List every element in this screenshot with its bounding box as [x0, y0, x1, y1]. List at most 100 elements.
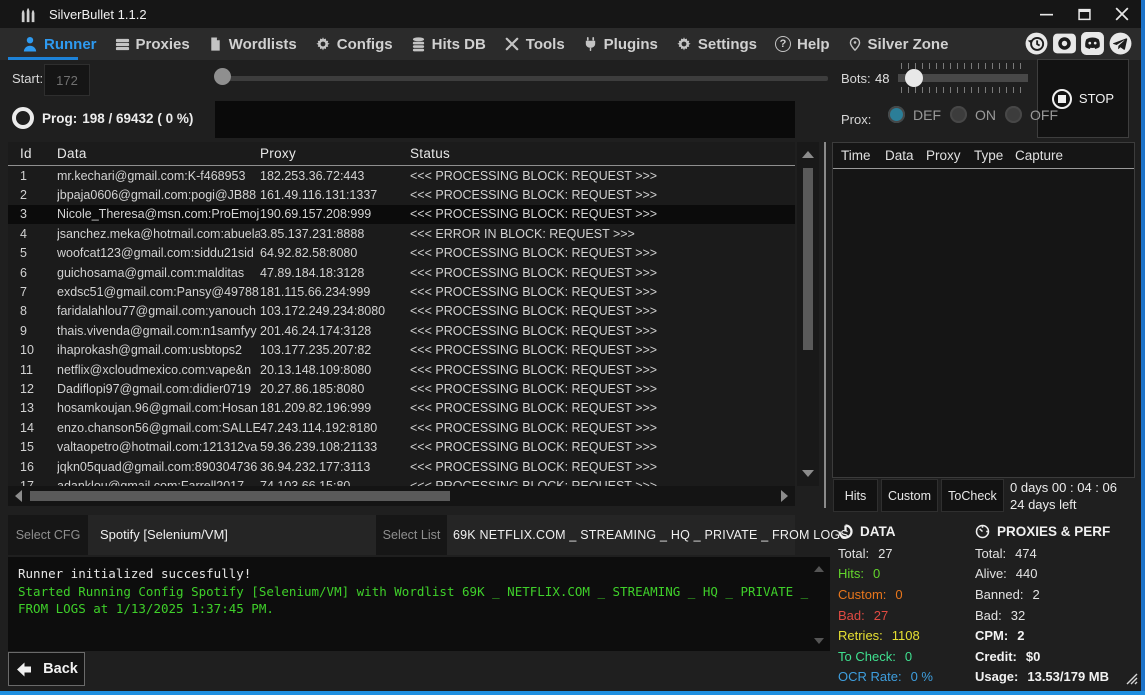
- tab-custom[interactable]: Custom: [881, 479, 938, 512]
- table-row[interactable]: 9 thais.vivenda@gmail.com:n1samfyy 201.4…: [8, 321, 795, 340]
- menu-hitsdb[interactable]: Hits DB: [411, 36, 486, 53]
- proxies-stats-panel: PROXIES & PERF Total: 474 Alive: 440 Ban…: [975, 520, 1140, 687]
- prox-radio-option[interactable]: ON: [950, 106, 996, 123]
- stat-line: Bad: 32: [975, 605, 1140, 626]
- log-scroll-up-icon[interactable]: [814, 566, 824, 572]
- history-icon[interactable]: [1024, 31, 1049, 56]
- stat-line: CPM: 2: [975, 625, 1140, 646]
- table-row[interactable]: 11 netflix@xcloudmexico.com:vape&n 20.13…: [8, 360, 795, 379]
- table-row[interactable]: 5 woofcat123@gmail.com:siddu21sid 64.92.…: [8, 244, 795, 263]
- radio-icon: [1005, 106, 1022, 123]
- cell-id: 10: [8, 343, 57, 357]
- stop-button[interactable]: STOP: [1037, 59, 1129, 138]
- table-row[interactable]: 14 enzo.chanson56@gmail.com:SALLE 47.243…: [8, 418, 795, 437]
- settings-gear-icon: [676, 36, 692, 52]
- menu-wordlists[interactable]: Wordlists: [208, 36, 297, 53]
- table-row[interactable]: 2 jbpaja0606@gmail.com:pogi@JB88 161.49.…: [8, 185, 795, 204]
- cell-proxy: 201.46.24.174:3128: [260, 324, 410, 338]
- cell-status: <<< PROCESSING BLOCK: REQUEST >>>: [410, 363, 795, 377]
- table-row[interactable]: 17 adanklou@gmail.com:Farrell2017 74.103…: [8, 476, 795, 486]
- close-icon[interactable]: [1115, 7, 1129, 21]
- log-scroll-down-icon[interactable]: [814, 638, 824, 644]
- prog-label: Prog:: [42, 111, 77, 126]
- menu-settings[interactable]: Settings: [676, 36, 757, 53]
- table-row[interactable]: 6 guichosama@gmail.com:malditas 47.89.18…: [8, 263, 795, 282]
- cell-data: valtaopetro@hotmail.com:121312va: [57, 440, 260, 454]
- table-row[interactable]: 1 mr.kechari@gmail.com:K-f468953 182.253…: [8, 166, 795, 185]
- proxies-stats-title: PROXIES & PERF: [997, 524, 1110, 539]
- col-header-data: Data: [57, 146, 260, 161]
- progress-slider-handle[interactable]: [214, 68, 231, 85]
- col-header-proxy: Proxy: [260, 146, 410, 161]
- back-button[interactable]: Back: [8, 652, 85, 686]
- stat-label: Hits:: [838, 566, 864, 581]
- stat-line: Bad: 27: [838, 605, 970, 626]
- cell-id: 12: [8, 382, 57, 396]
- hits-panel: Time Data Proxy Type Capture: [832, 142, 1135, 478]
- menu-configs[interactable]: Configs: [315, 36, 393, 53]
- horizontal-scrollbar-thumb[interactable]: [30, 491, 450, 501]
- select-list-button[interactable]: Select List: [376, 515, 447, 555]
- tab-tocheck[interactable]: ToCheck: [941, 479, 1004, 512]
- cell-id: 1: [8, 169, 57, 183]
- select-cfg-button[interactable]: Select CFG: [8, 515, 88, 555]
- table-row[interactable]: 12 Dadiflopi97@gmail.com:didier0719 20.2…: [8, 379, 795, 398]
- menu-runner[interactable]: Runner: [22, 36, 97, 53]
- discord-icon[interactable]: [1080, 31, 1105, 56]
- menu-help[interactable]: ? Help: [775, 36, 830, 53]
- bots-slider-handle[interactable]: [905, 69, 923, 87]
- data-stats-list: Total: 27 Hits: 0 Custom: 0 Bad: 27: [838, 543, 970, 687]
- table-row[interactable]: 15 valtaopetro@hotmail.com:121312va 59.3…: [8, 437, 795, 456]
- menu-silver-zone[interactable]: Silver Zone: [848, 36, 949, 53]
- table-row[interactable]: 13 hosamkoujan.96@gmail.com:Hosan 181.20…: [8, 399, 795, 418]
- cell-data: hosamkoujan.96@gmail.com:Hosan: [57, 401, 260, 415]
- tools-icon: [504, 36, 520, 52]
- resize-grip[interactable]: [1122, 669, 1138, 688]
- table-row[interactable]: 16 jqkn05quad@gmail.com:890304736 36.94.…: [8, 457, 795, 476]
- data-stats-panel: DATA Total: 27 Hits: 0 Custom: 0: [838, 520, 970, 687]
- cell-status: <<< ERROR IN BLOCK: REQUEST >>>: [410, 227, 795, 241]
- prox-radio-option[interactable]: DEF: [888, 106, 941, 123]
- scroll-up-icon[interactable]: [802, 151, 814, 158]
- start-input[interactable]: [44, 64, 90, 96]
- tab-hits[interactable]: Hits: [833, 479, 878, 512]
- menu-plugins[interactable]: Plugins: [583, 36, 658, 53]
- cell-proxy: 47.243.114.192:8180: [260, 421, 410, 435]
- bots-slider-ticks-bottom: [901, 87, 1027, 93]
- selected-wordlist-value: 69K NETFLIX.COM _ STREAMING _ HQ _ PRIVA…: [453, 528, 849, 542]
- scroll-left-icon[interactable]: [15, 490, 22, 502]
- maximize-icon[interactable]: [1077, 7, 1091, 21]
- menu-tools[interactable]: Tools: [504, 36, 565, 53]
- stat-line: Banned: 2: [975, 584, 1140, 605]
- scroll-down-icon[interactable]: [802, 470, 814, 477]
- vertical-scrollbar-thumb[interactable]: [803, 168, 813, 350]
- bots-value: 48: [875, 71, 889, 86]
- table-row[interactable]: 7 exdsc51@gmail.com:Pansy@49788 181.115.…: [8, 282, 795, 301]
- cell-status: <<< PROCESSING BLOCK: REQUEST >>>: [410, 246, 795, 260]
- hits-panel-header: Time Data Proxy Type Capture: [833, 143, 1134, 169]
- table-row[interactable]: 8 faridalahlou77@gmail.com:yanouch 103.1…: [8, 302, 795, 321]
- window-title: SilverBullet 1.1.2: [49, 7, 147, 22]
- vertical-scrollbar[interactable]: [797, 142, 819, 486]
- stat-line: Retries: 1108: [838, 625, 970, 646]
- horizontal-scrollbar[interactable]: [8, 486, 795, 506]
- scroll-right-icon[interactable]: [781, 490, 788, 502]
- telegram-icon[interactable]: [1108, 31, 1133, 56]
- cell-id: 17: [8, 479, 57, 486]
- progress-slider-track[interactable]: [215, 76, 828, 81]
- cell-data: guichosama@gmail.com:malditas: [57, 266, 260, 280]
- hits-col-proxy: Proxy: [926, 148, 961, 163]
- table-row[interactable]: 3 Nicole_Theresa@msn.com:ProEmoji 190.69…: [8, 205, 795, 224]
- camera-icon[interactable]: [1052, 31, 1077, 56]
- table-row[interactable]: 10 ihaprokash@gmail.com:usbtops2 103.177…: [8, 341, 795, 360]
- stat-line: Alive: 440: [975, 564, 1140, 585]
- bots-slider-ticks-top: [901, 63, 1027, 69]
- prox-radio-option[interactable]: OFF: [1005, 106, 1058, 123]
- table-row[interactable]: 4 jsanchez.meka@hotmail.com:abuela 3.85.…: [8, 224, 795, 243]
- gauge-icon: [975, 524, 990, 539]
- runner-icon: [22, 36, 38, 52]
- minimize-icon[interactable]: [1039, 7, 1053, 21]
- panel-splitter[interactable]: [824, 142, 826, 508]
- menu-proxies[interactable]: Proxies: [115, 36, 190, 53]
- stat-label: Total:: [838, 546, 869, 561]
